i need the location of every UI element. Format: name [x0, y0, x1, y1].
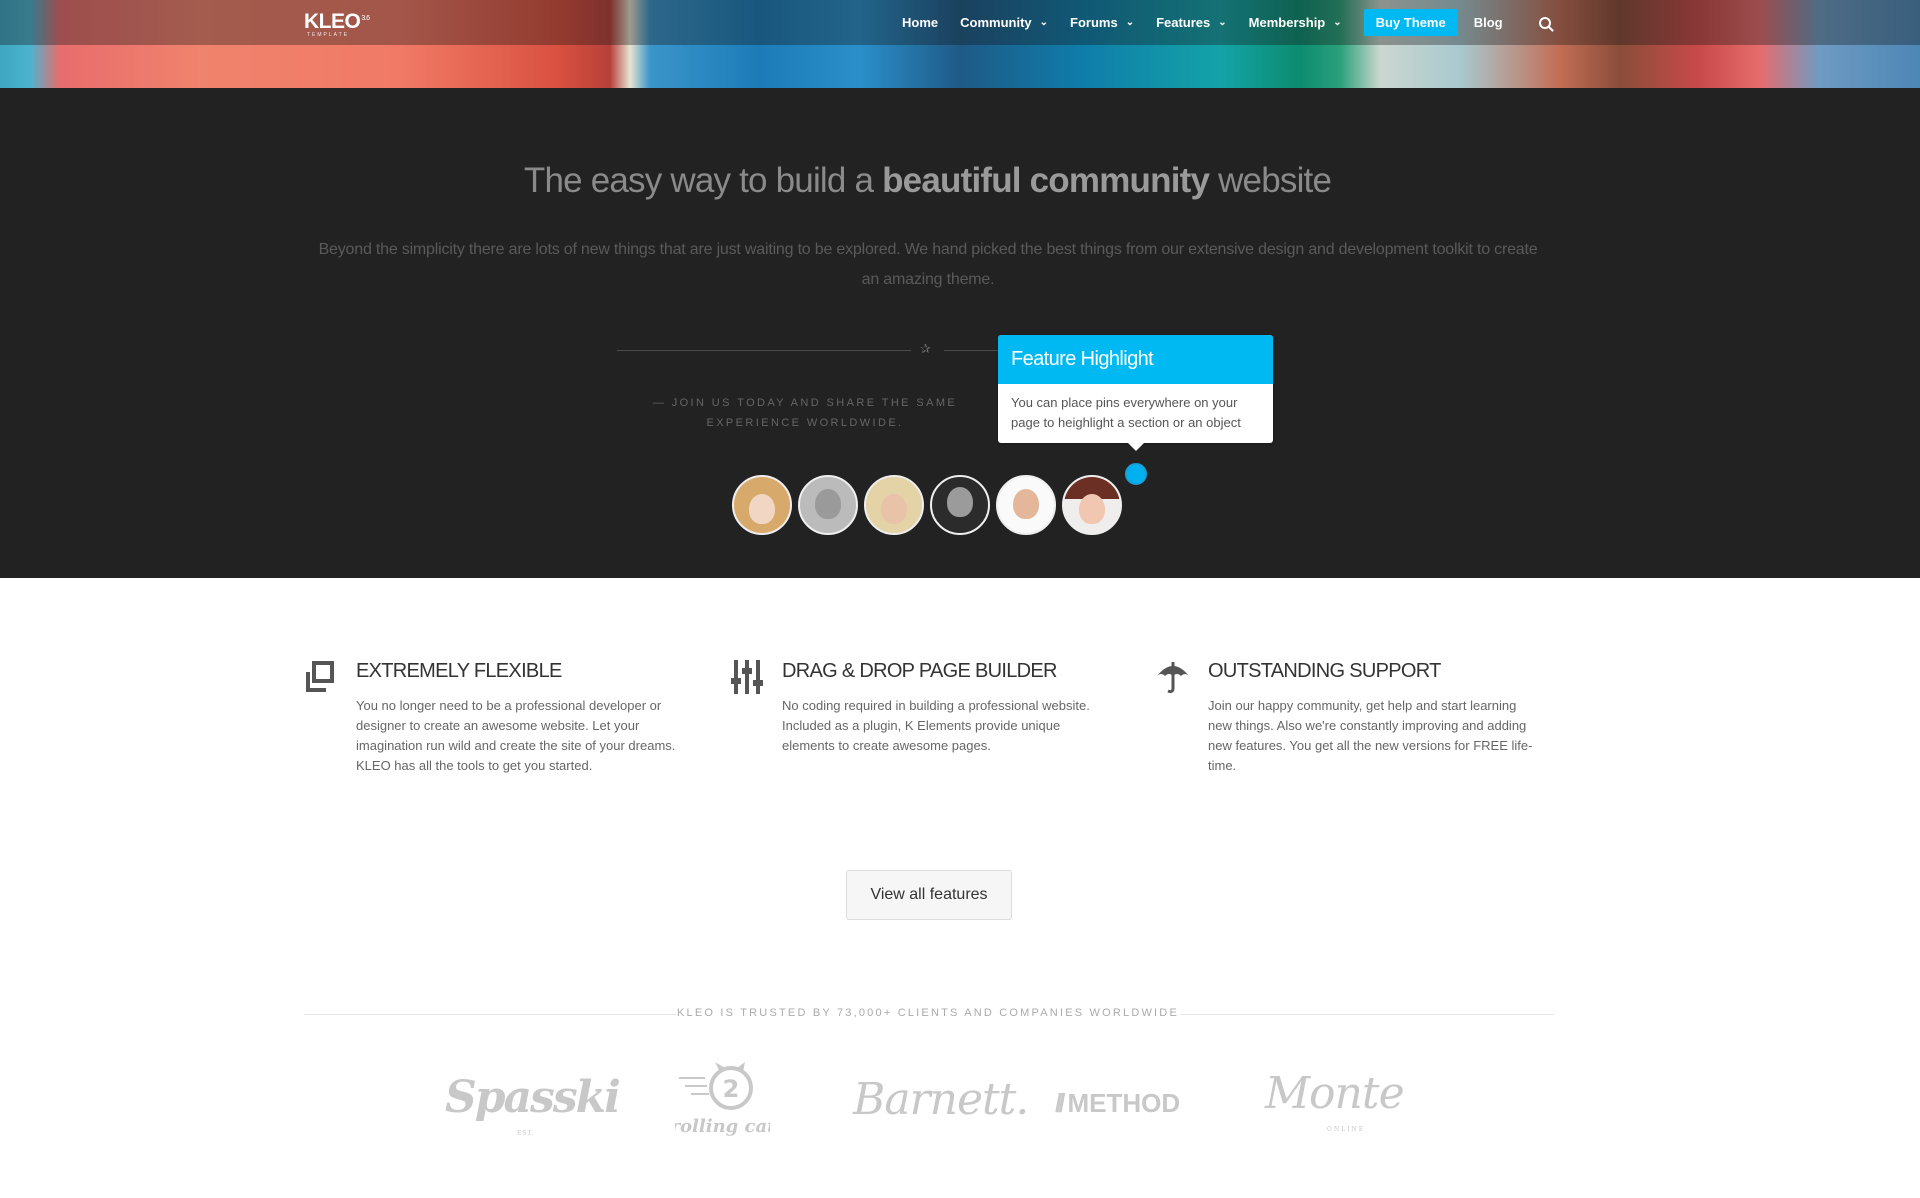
chevron-down-icon: ⌄ — [1125, 17, 1135, 28]
umbrella-icon — [1157, 662, 1189, 694]
intro-section: The easy way to build a beautiful commun… — [0, 88, 1920, 578]
nav-item-features[interactable]: Features ⌄ — [1156, 15, 1227, 30]
avatar[interactable] — [732, 475, 792, 535]
brand-logo-method: //METHOD — [1055, 1088, 1180, 1119]
avatar[interactable] — [930, 475, 990, 535]
feature-text: Join our happy community, get help and s… — [1208, 698, 1533, 773]
site-logo[interactable]: KLEO3.6 TEMPLATE — [304, 10, 370, 38]
brand-name: METHOD — [1067, 1088, 1181, 1118]
avatar[interactable] — [1062, 475, 1122, 535]
trusted-by-text: KLEO IS TRUSTED BY 73,000+ CLIENTS AND C… — [676, 1007, 1179, 1019]
feature-text: No coding required in building a profess… — [782, 698, 1090, 753]
brand-number: 2 — [723, 1075, 740, 1103]
logo-subtitle: TEMPLATE — [307, 32, 350, 38]
nav-item-label: Membership — [1248, 15, 1326, 30]
avatar[interactable] — [996, 475, 1056, 535]
headline-bold: beautiful community — [882, 161, 1210, 200]
copy-icon — [306, 661, 334, 692]
nav-item-label: Community — [960, 15, 1032, 30]
page-title: The easy way to build a beautiful commun… — [0, 161, 1855, 201]
logo-text: KLEO — [304, 10, 361, 33]
star-icon: ✰ — [920, 341, 931, 356]
logo-version: 3.6 — [361, 15, 370, 22]
sliders-icon — [731, 660, 763, 694]
intro-paragraph: Beyond the simplicity there are lots of … — [318, 241, 1538, 288]
divider — [1180, 1014, 1554, 1015]
headline-part: website — [1209, 161, 1332, 200]
top-navigation: KLEO3.6 TEMPLATE Home Community ⌄ Forums ⌄… — [0, 0, 1920, 45]
divider — [617, 350, 911, 351]
nav-item-membership[interactable]: Membership ⌄ — [1249, 15, 1342, 30]
brand-logo-rolling-cat: 2 rolling cat — [675, 1062, 770, 1137]
nav-item-label: Home — [902, 15, 939, 30]
buy-theme-button[interactable]: Buy Theme — [1363, 9, 1458, 36]
nav-item-blog[interactable]: Blog — [1474, 15, 1503, 30]
client-logos: Spasski EST. 2 rolling cat Barnett. //MET… — [0, 1060, 1920, 1150]
view-all-features-button[interactable]: View all features — [846, 870, 1012, 920]
avatar[interactable] — [864, 475, 924, 535]
avatar[interactable] — [798, 475, 858, 535]
chevron-down-icon: ⌄ — [1333, 17, 1342, 28]
nav-item-home[interactable]: Home — [902, 15, 938, 30]
tooltip-arrow — [1127, 442, 1145, 451]
headline-part: The easy way to build a — [523, 161, 883, 200]
nav-item-label: Forums — [1070, 15, 1118, 30]
member-avatars — [732, 475, 1128, 535]
feature-title: EXTREMELY FLEXIBLE — [356, 660, 562, 682]
brand-tag: EST. — [517, 1130, 535, 1137]
brand-logo-monte: Monte ONLINE — [1265, 1068, 1405, 1133]
feature-title: DRAG & DROP PAGE BUILDER — [782, 660, 1057, 682]
brand-name: rolling cat — [675, 1116, 770, 1137]
feature-highlight-tooltip: Feature Highlight You can place pins eve… — [998, 335, 1273, 443]
brand-name: Monte — [1265, 1068, 1405, 1119]
nav-item-label: Blog — [1473, 15, 1503, 30]
join-tagline: — JOIN US TODAY AND SHARE THE SAME EXPER… — [652, 397, 958, 429]
nav-item-label: Features — [1156, 15, 1211, 30]
method-slashes-icon: // — [1055, 1088, 1066, 1118]
divider — [304, 1014, 676, 1015]
divider — [944, 350, 1000, 351]
buy-theme-label: Buy Theme — [1375, 15, 1446, 30]
brand-name: Spasski — [445, 1072, 621, 1123]
feature-pin[interactable] — [1125, 463, 1147, 485]
main-menu: Home Community ⌄ Forums ⌄ Features ⌄ Member… — [902, 0, 1551, 45]
brand-logo-barnett: Barnett. — [853, 1074, 1029, 1125]
chevron-down-icon: ⌄ — [1218, 17, 1227, 28]
feature-title: OUTSTANDING SUPPORT — [1208, 660, 1441, 682]
brand-tag: ONLINE — [1327, 1126, 1366, 1133]
nav-item-community[interactable]: Community ⌄ — [960, 15, 1048, 30]
tooltip-title: Feature Highlight — [998, 335, 1273, 384]
chevron-down-icon: ⌄ — [1039, 17, 1049, 28]
feature-text: You no longer need to be a professional … — [356, 698, 676, 773]
brand-logo-spasski: Spasski EST. — [445, 1072, 621, 1137]
search-icon[interactable] — [1538, 16, 1551, 29]
tooltip-body: You can place pins everywhere on your pa… — [1011, 395, 1241, 430]
brand-name: Barnett. — [853, 1074, 1029, 1125]
nav-item-forums[interactable]: Forums ⌄ — [1070, 15, 1134, 30]
